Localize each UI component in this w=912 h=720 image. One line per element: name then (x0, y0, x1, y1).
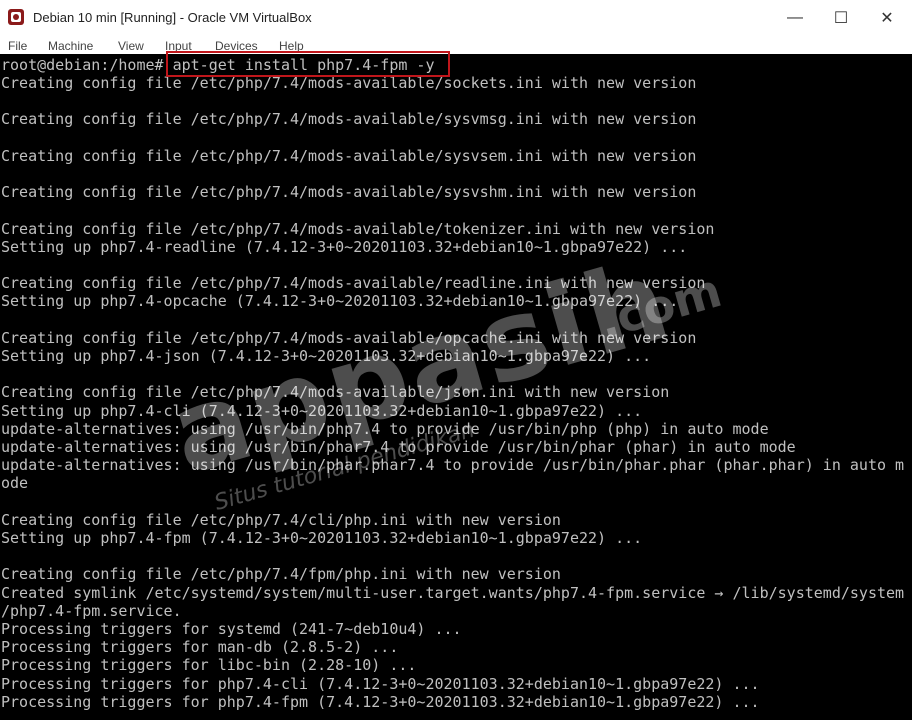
menu-file[interactable]: File (8, 39, 27, 53)
terminal-line: Creating config file /etc/php/7.4/mods-a… (1, 328, 697, 347)
terminal-prompt: root@debian:/home# (1, 56, 164, 74)
terminal-line: update-alternatives: using /usr/bin/php7… (1, 419, 769, 438)
menu-bar: File Machine View Input Devices Help (0, 36, 912, 54)
terminal-line: Setting up php7.4-readline (7.4.12-3+0~2… (1, 237, 688, 256)
terminal-line: Processing triggers for php7.4-fpm (7.4.… (1, 692, 760, 711)
maximize-button[interactable]: ☐ (818, 0, 864, 36)
command-highlight-box (166, 51, 450, 77)
vm-terminal-screen[interactable]: root@debian:/home# apt-get install php7.… (0, 54, 912, 720)
terminal-line: Setting up php7.4-json (7.4.12-3+0~20201… (1, 347, 652, 365)
close-button[interactable]: ✕ (864, 0, 910, 36)
terminal-line: Creating config file /etc/php/7.4/mods-a… (1, 219, 715, 238)
terminal-line: update-alternatives: using /usr/bin/phar… (1, 456, 905, 475)
minimize-button[interactable]: — (772, 0, 818, 36)
terminal-line: Setting up php7.4-fpm (7.4.12-3+0~202011… (1, 529, 643, 547)
terminal-line: update-alternatives: using /usr/bin/phar… (1, 438, 796, 456)
window-title: Debian 10 min [Running] - Oracle VM Virt… (33, 10, 312, 25)
terminal-line: Setting up php7.4-opcache (7.4.12-3+0~20… (1, 292, 679, 311)
terminal-line: Creating config file /etc/php/7.4/fpm/ph… (1, 565, 561, 584)
terminal-line: Creating config file /etc/php/7.4/mods-a… (1, 110, 697, 129)
terminal-line: /php7.4-fpm.service. (1, 601, 182, 620)
menu-view[interactable]: View (118, 39, 144, 53)
terminal-line: Creating config file /etc/php/7.4/mods-a… (1, 274, 706, 293)
terminal-line: Creating config file /etc/php/7.4/mods-a… (1, 183, 697, 202)
terminal-line: ode (1, 474, 29, 493)
terminal-line: Creating config file /etc/php/7.4/mods-a… (1, 146, 697, 165)
terminal-line: Processing triggers for php7.4-cli (7.4.… (1, 674, 760, 693)
terminal-line: Processing triggers for libc-bin (2.28-1… (1, 656, 417, 675)
terminal-line: Creating config file /etc/php/7.4/mods-a… (1, 383, 670, 402)
menu-machine[interactable]: Machine (48, 39, 93, 53)
virtualbox-icon (8, 9, 24, 25)
terminal-line: Created symlink /etc/systemd/system/mult… (1, 583, 905, 602)
terminal-line: Setting up php7.4-cli (7.4.12-3+0~202011… (1, 401, 643, 420)
terminal-line: Creating config file /etc/php/7.4/cli/ph… (1, 510, 561, 529)
window-titlebar[interactable]: Debian 10 min [Running] - Oracle VM Virt… (0, 0, 912, 36)
terminal-line: Processing triggers for man-db (2.8.5-2)… (1, 638, 399, 657)
terminal-line: Processing triggers for systemd (241-7~d… (1, 620, 462, 638)
